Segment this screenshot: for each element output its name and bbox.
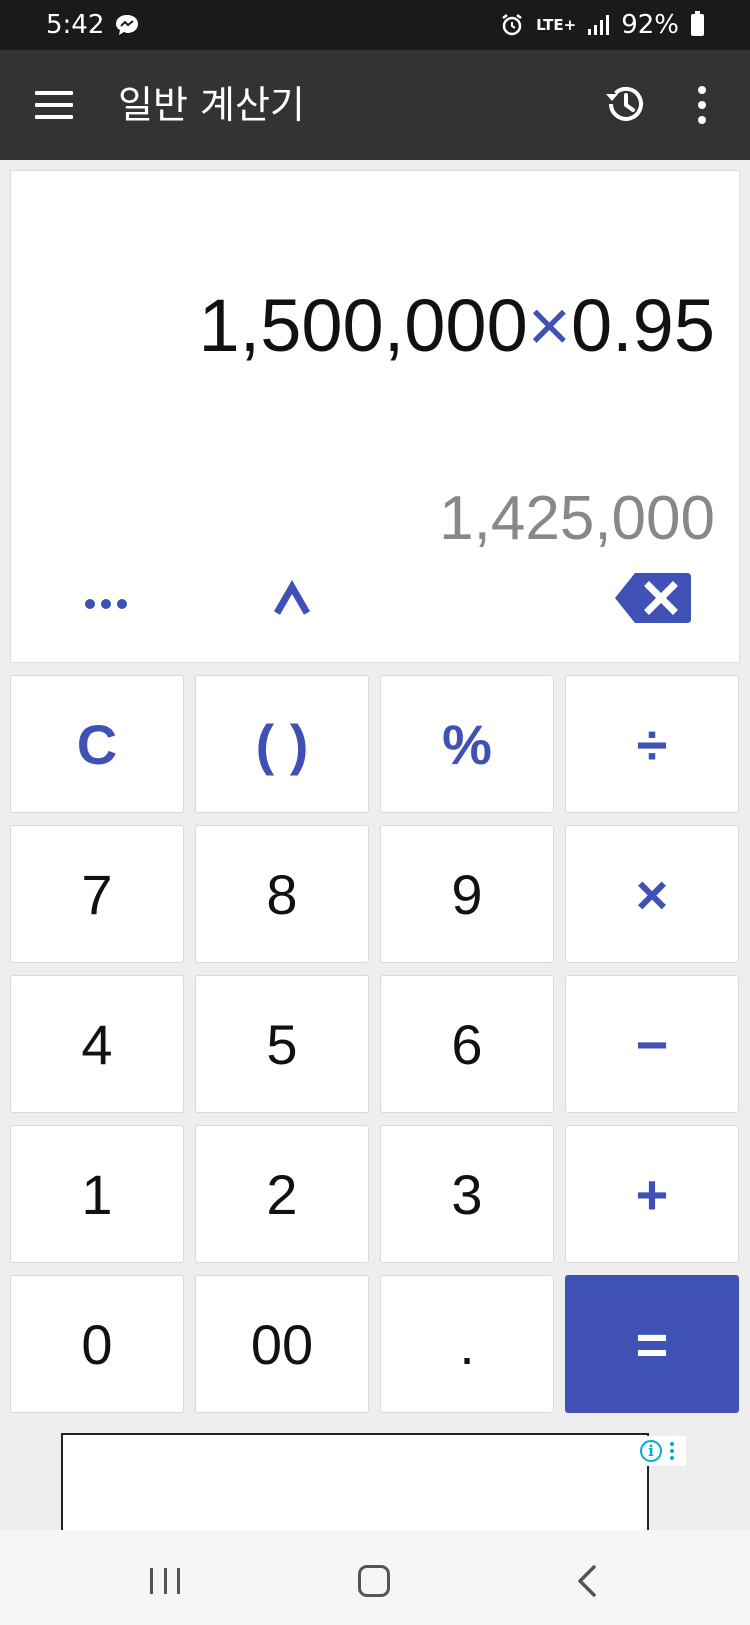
multiply-button[interactable]: × <box>565 825 739 963</box>
backspace-icon[interactable] <box>613 569 693 627</box>
digit-8-button[interactable]: 8 <box>195 825 369 963</box>
page-title: 일반 계산기 <box>118 83 305 127</box>
expression-operator: × <box>527 284 571 367</box>
messenger-notification-icon <box>116 15 139 35</box>
expression-text[interactable]: 1,500,000×0.95 <box>199 283 715 368</box>
status-time: 5:42 <box>46 10 105 40</box>
ad-more-icon[interactable] <box>670 1442 674 1460</box>
digit-7-button[interactable]: 7 <box>10 825 184 963</box>
more-vert-icon[interactable] <box>697 86 707 124</box>
caret-up-icon[interactable] <box>269 579 315 619</box>
decimal-point-button[interactable]: . <box>380 1275 554 1413</box>
add-button[interactable]: + <box>565 1125 739 1263</box>
double-zero-button[interactable]: 00 <box>195 1275 369 1413</box>
more-horiz-icon[interactable] <box>76 589 136 619</box>
status-right: LTE+ 92% <box>500 10 704 40</box>
result-preview: 1,425,000 <box>439 484 715 553</box>
navigation-bar <box>0 1530 750 1625</box>
digit-5-button[interactable]: 5 <box>195 975 369 1113</box>
ad-choices[interactable]: i <box>628 1436 686 1466</box>
digit-0-button[interactable]: 0 <box>10 1275 184 1413</box>
signal-icon <box>588 15 610 35</box>
home-icon[interactable] <box>358 1565 390 1597</box>
history-icon[interactable] <box>602 81 648 127</box>
menu-icon[interactable] <box>35 91 73 119</box>
divide-button[interactable]: ÷ <box>565 675 739 813</box>
digit-9-button[interactable]: 9 <box>380 825 554 963</box>
digit-6-button[interactable]: 6 <box>380 975 554 1113</box>
digit-2-button[interactable]: 2 <box>195 1125 369 1263</box>
network-type: LTE+ <box>536 15 577 34</box>
recent-apps-icon[interactable] <box>150 1568 180 1594</box>
alarm-icon <box>502 14 522 36</box>
calculator-display: 1,500,000×0.95 1,425,000 <box>10 170 740 663</box>
digit-1-button[interactable]: 1 <box>10 1125 184 1263</box>
battery-icon <box>691 11 704 36</box>
digit-3-button[interactable]: 3 <box>380 1125 554 1263</box>
ad-info-icon[interactable]: i <box>640 1440 662 1462</box>
ad-banner[interactable] <box>61 1433 649 1533</box>
percent-button[interactable]: % <box>380 675 554 813</box>
clear-button[interactable]: C <box>10 675 184 813</box>
battery-percent: 92% <box>621 10 679 40</box>
parentheses-button[interactable]: ( ) <box>195 675 369 813</box>
back-icon[interactable] <box>572 1564 602 1598</box>
expression-operand-right: 0.95 <box>570 284 715 367</box>
status-left: 5:42 <box>46 10 140 40</box>
app-bar: 일반 계산기 <box>0 50 750 160</box>
expression-operand-left: 1,500,000 <box>198 284 528 367</box>
digit-4-button[interactable]: 4 <box>10 975 184 1113</box>
subtract-button[interactable]: − <box>565 975 739 1113</box>
equals-button[interactable]: = <box>565 1275 739 1413</box>
status-bar: 5:42 LTE+ 92% <box>0 0 750 50</box>
